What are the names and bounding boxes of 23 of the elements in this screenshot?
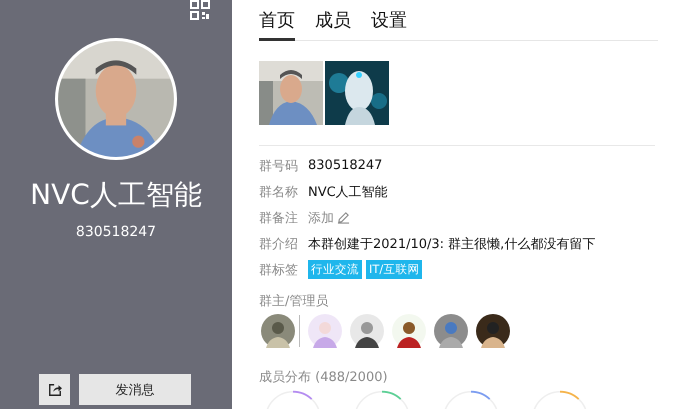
group-name: NVC人工智能 xyxy=(30,177,202,213)
field-label: 群备注 xyxy=(259,210,298,226)
share-button[interactable] xyxy=(39,374,70,405)
field-label: 群介绍 xyxy=(259,236,298,252)
share-icon xyxy=(48,382,62,396)
section-title: 群主/管理员 xyxy=(259,293,330,310)
pencil-icon xyxy=(337,211,350,224)
field-label: 群标签 xyxy=(259,262,298,278)
tag: 行业交流 xyxy=(308,260,362,279)
send-message-button[interactable]: 发消息 xyxy=(79,374,191,405)
section-title: 成员分布 (488/2000) xyxy=(259,369,389,386)
field-value: NVC人工智能 xyxy=(308,184,388,200)
tab[interactable]: 首页 xyxy=(259,6,295,41)
tab[interactable]: 设置 xyxy=(371,6,407,41)
field-label: 群号码 xyxy=(259,158,298,174)
tab[interactable]: 成员 xyxy=(315,6,351,41)
add-remark-link[interactable]: 添加 xyxy=(308,208,350,226)
group-number: 830518247 xyxy=(76,224,156,240)
qr-code-icon[interactable] xyxy=(190,0,210,20)
field-label: 群名称 xyxy=(259,184,298,200)
field-value: 830518247 xyxy=(308,158,382,173)
field-value: 本群创建于2021/10/3: 群主很懒,什么都没有留下 xyxy=(308,236,596,252)
tag: IT/互联网 xyxy=(366,260,422,279)
